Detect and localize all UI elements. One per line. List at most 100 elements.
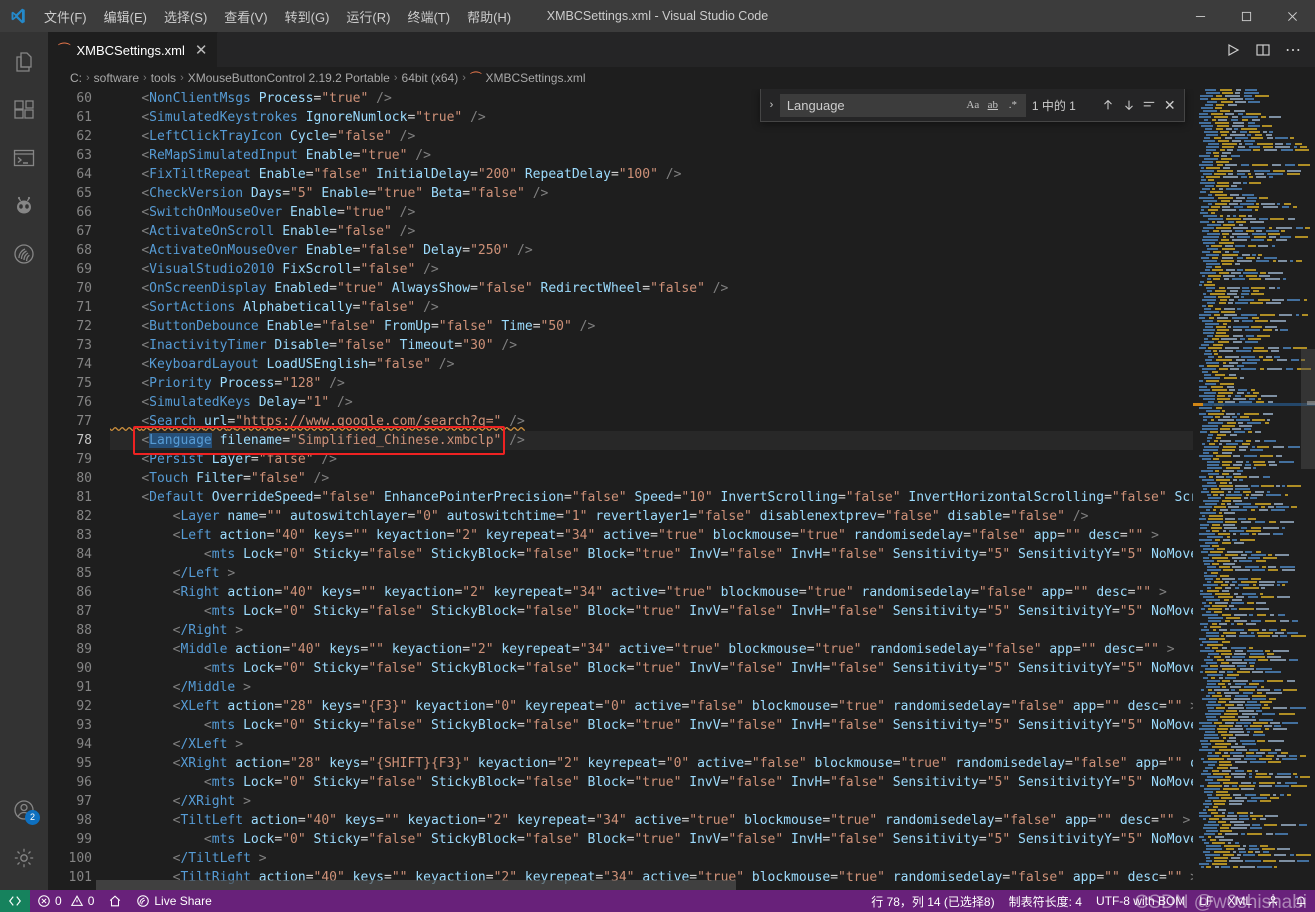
menu-run[interactable]: 运行(R) (338, 3, 398, 30)
breadcrumb[interactable]: C: › software › tools › XMouseButtonCont… (48, 67, 1315, 89)
account-icon[interactable]: 2 (0, 786, 48, 834)
code-line[interactable]: <ActivateOnScroll Enable="false" /> (110, 222, 1193, 241)
code-line[interactable]: <XRight action="28" keys="{SHIFT}{F3}" k… (110, 754, 1193, 773)
code-line[interactable]: <mts Lock="0" Sticky="false" StickyBlock… (110, 830, 1193, 849)
code-line[interactable]: </Middle > (110, 678, 1193, 697)
code-line[interactable]: <mts Lock="0" Sticky="false" StickyBlock… (110, 659, 1193, 678)
use-regex-icon[interactable]: .* (1003, 95, 1023, 115)
code-line[interactable]: <Language filename="Simplified_Chinese.x… (110, 431, 1193, 450)
status-bar-right[interactable]: 行 78，列 14 (已选择8) 制表符长度: 4 UTF-8 with BOM… (864, 890, 1315, 912)
code-line[interactable]: <VisualStudio2010 FixScroll="false" /> (110, 260, 1193, 279)
breadcrumb-item-2[interactable]: tools (151, 71, 176, 85)
previous-match-icon[interactable] (1098, 94, 1119, 116)
live-share-icon[interactable] (0, 230, 48, 278)
minimize-button[interactable] (1177, 0, 1223, 32)
code-content[interactable]: <NonClientMsgs Process="true" /> <Simula… (110, 89, 1193, 887)
code-line[interactable]: <XLeft action="28" keys="{F3}" keyaction… (110, 697, 1193, 716)
code-line[interactable]: <Middle action="40" keys="" keyaction="2… (110, 640, 1193, 659)
menu-edit[interactable]: 编辑(E) (96, 3, 155, 30)
remote-explorer-icon[interactable] (0, 134, 48, 182)
code-line[interactable]: <Right action="40" keys="" keyaction="2"… (110, 583, 1193, 602)
find-widget[interactable]: › Aa ab .* 1 中的 1 ✕ (760, 89, 1185, 122)
menu-help[interactable]: 帮助(H) (459, 3, 519, 30)
run-icon[interactable] (1219, 36, 1247, 64)
status-cursor-position[interactable]: 行 78，列 14 (已选择8) (864, 890, 1001, 912)
menu-go[interactable]: 转到(G) (277, 3, 338, 30)
code-line[interactable]: <mts Lock="0" Sticky="false" StickyBlock… (110, 716, 1193, 735)
code-line[interactable]: <Left action="40" keys="" keyaction="2" … (110, 526, 1193, 545)
code-line[interactable]: <Default OverrideSpeed="false" EnhancePo… (110, 488, 1193, 507)
code-line[interactable]: </Left > (110, 564, 1193, 583)
code-line[interactable]: <SwitchOnMouseOver Enable="true" /> (110, 203, 1193, 222)
code-line[interactable]: <mts Lock="0" Sticky="false" StickyBlock… (110, 773, 1193, 792)
code-line[interactable]: <OnScreenDisplay Enabled="true" AlwaysSh… (110, 279, 1193, 298)
close-find-icon[interactable]: ✕ (1159, 94, 1180, 116)
breadcrumb-item-3[interactable]: XMouseButtonControl 2.19.2 Portable (188, 71, 390, 85)
close-button[interactable] (1269, 0, 1315, 32)
code-region[interactable]: 60 61 62 63 64 65 66 67 68 69 70 71 72 73 74 75 76 77 78 79… (48, 89, 1193, 890)
remote-window-icon[interactable] (0, 890, 30, 912)
code-line[interactable]: </XRight > (110, 792, 1193, 811)
tab-xmbcsettings-xml[interactable]: ⏜ XMBCSettings.xml ✕ (48, 32, 219, 67)
status-tab-size[interactable]: 制表符长度: 4 (1002, 890, 1089, 912)
activity-bar[interactable]: 2 (0, 32, 48, 890)
notifications-bell-icon[interactable] (1287, 890, 1315, 912)
find-input-box[interactable]: Aa ab .* (779, 93, 1026, 117)
code-line[interactable]: <Layer name="" autoswitchlayer="0" autos… (110, 507, 1193, 526)
code-line[interactable]: <CheckVersion Days="5" Enable="true" Bet… (110, 184, 1193, 203)
menu-terminal[interactable]: 终端(T) (399, 3, 458, 30)
code-line[interactable]: <LeftClickTrayIcon Cycle="false" /> (110, 127, 1193, 146)
code-line[interactable]: <TiltLeft action="40" keys="" keyaction=… (110, 811, 1193, 830)
status-problems[interactable]: 0 0 (30, 890, 101, 912)
code-line[interactable]: <SortActions Alphabetically="false" /> (110, 298, 1193, 317)
feedback-smiley-icon[interactable] (1259, 890, 1287, 912)
find-in-selection-icon[interactable] (1139, 94, 1160, 116)
match-case-icon[interactable]: Aa (963, 95, 983, 115)
code-line[interactable]: <ActivateOnMouseOver Enable="false" Dela… (110, 241, 1193, 260)
window-controls[interactable] (1177, 0, 1315, 32)
menu-view[interactable]: 查看(V) (216, 3, 275, 30)
editor-actions[interactable]: ⋯ (1219, 32, 1315, 67)
manage-gear-icon[interactable] (0, 834, 48, 882)
more-actions-icon[interactable]: ⋯ (1279, 36, 1307, 64)
extensions-icon[interactable] (0, 86, 48, 134)
breadcrumb-item-5[interactable]: ⏜ XMBCSettings.xml (470, 71, 586, 86)
menu-file[interactable]: 文件(F) (36, 3, 95, 30)
code-line[interactable]: <ButtonDebounce Enable="false" FromUp="f… (110, 317, 1193, 336)
minimap[interactable] (1193, 89, 1315, 890)
find-input[interactable] (786, 97, 963, 113)
status-live-share[interactable]: Live Share (129, 890, 218, 912)
split-editor-icon[interactable] (1249, 36, 1277, 64)
code-line[interactable]: <InactivityTimer Disable="false" Timeout… (110, 336, 1193, 355)
minimap-slider[interactable] (1301, 349, 1315, 469)
code-line[interactable]: <Priority Process="128" /> (110, 374, 1193, 393)
code-line[interactable]: <Touch Filter="false" /> (110, 469, 1193, 488)
maximize-button[interactable] (1223, 0, 1269, 32)
menu-bar[interactable]: 文件(F) 编辑(E) 选择(S) 查看(V) 转到(G) 运行(R) 终端(T… (36, 3, 519, 30)
tab-bar[interactable]: ⏜ XMBCSettings.xml ✕ ⋯ (48, 32, 1315, 67)
code-line[interactable]: </TiltLeft > (110, 849, 1193, 868)
home-icon[interactable] (101, 890, 129, 912)
code-line[interactable]: <mts Lock="0" Sticky="false" StickyBlock… (110, 602, 1193, 621)
breadcrumb-item-4[interactable]: 64bit (x64) (402, 71, 459, 85)
code-line[interactable]: <Persist Layer="false" /> (110, 450, 1193, 469)
status-encoding[interactable]: UTF-8 with BOM (1089, 890, 1192, 912)
code-line[interactable]: <FixTiltRepeat Enable="false" InitialDel… (110, 165, 1193, 184)
code-line[interactable]: <Search url="https://www.google.com/sear… (110, 412, 1193, 431)
code-line[interactable]: <ReMapSimulatedInput Enable="true" /> (110, 146, 1193, 165)
status-bar[interactable]: 0 0 Live Share 行 78，列 14 (已选择8) 制表符长度: 4… (0, 890, 1315, 912)
code-line[interactable]: <mts Lock="0" Sticky="false" StickyBlock… (110, 545, 1193, 564)
horizontal-scrollbar-thumb[interactable] (96, 880, 736, 890)
testing-icon[interactable] (0, 182, 48, 230)
toggle-replace-icon[interactable]: › (763, 99, 780, 111)
whole-word-icon[interactable]: ab (983, 95, 1003, 115)
status-eol[interactable]: LF (1192, 890, 1220, 912)
menu-selection[interactable]: 选择(S) (156, 3, 215, 30)
breadcrumb-item-1[interactable]: software (94, 71, 139, 85)
next-match-icon[interactable] (1118, 94, 1139, 116)
status-language-mode[interactable]: XML (1220, 890, 1259, 912)
breadcrumb-item-0[interactable]: C: (70, 71, 82, 85)
code-line[interactable]: </XLeft > (110, 735, 1193, 754)
horizontal-scrollbar[interactable] (96, 880, 1185, 890)
tab-close-icon[interactable]: ✕ (195, 41, 208, 59)
